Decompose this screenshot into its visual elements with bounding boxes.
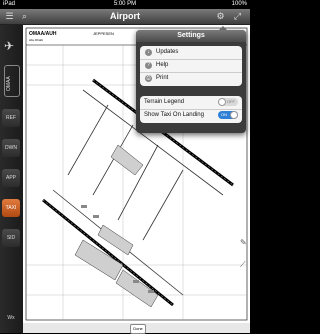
sidebar: ✈ OMAA REF DWN APP TAXI SID Wx [0,25,23,333]
annotation-icon[interactable]: ⟋ [240,260,247,269]
airplane-icon[interactable]: ✈ [4,39,14,53]
tab-taxi-label: TAXI [5,205,17,211]
tab-app[interactable]: APP [2,169,20,187]
battery-label: 100% [231,1,247,7]
show-taxi-row: Show Taxi On Landing ON [140,109,242,122]
chart-publisher: JEPPESEN [93,31,114,36]
clock: 5:00 PM [113,1,137,7]
done-label: Done [133,326,143,331]
settings-title: Settings [136,30,246,42]
tab-sid[interactable]: SID [2,229,20,247]
tab-dwn-label: DWN [5,145,17,151]
tab-dwn[interactable]: DWN [2,139,20,157]
show-taxi-toggle[interactable]: ON [218,111,238,119]
tab-ref[interactable]: REF [2,109,20,127]
toggle-knob [230,111,238,119]
airport-tab[interactable]: OMAA [4,65,20,97]
weather-label: Wx [7,315,15,321]
page-title: Airport [110,11,140,21]
chart-airport-code: OMAA/AUH [29,31,57,37]
print-label: Print [156,75,169,81]
help-label: Help [156,62,169,68]
expand-icon[interactable]: ⤢ [232,11,243,22]
tab-app-label: APP [5,175,16,181]
updates-item[interactable]: ↓ Updates [140,46,242,60]
pencil-icon[interactable]: ✎ [240,238,247,247]
download-icon: ↓ [145,49,152,56]
airport-tab-label: OMAA [6,76,12,91]
print-item[interactable]: ⎙ Print [140,72,242,85]
terrain-legend-toggle[interactable]: OFF [218,98,238,106]
weather-button[interactable]: Wx [2,309,20,327]
bottom-bar: Done [23,323,250,334]
tab-taxi[interactable]: TAXI [2,199,20,217]
terrain-legend-state: OFF [227,99,235,104]
settings-menu: ↓ Updates ? Help ⎙ Print [140,46,242,86]
terrain-legend-label: Terrain Legend [144,99,185,105]
tab-sid-label: SID [6,235,16,241]
help-item[interactable]: ? Help [140,59,242,73]
help-icon: ? [145,62,152,69]
toggle-knob [218,98,226,106]
status-bar: iPad 5:00 PM 100% [0,0,250,9]
chart-city: Abu Dhabi [29,38,43,42]
settings-popover: Settings ↓ Updates ? Help ⎙ Print Terrai… [136,26,246,133]
show-taxi-label: Show Taxi On Landing [144,112,204,118]
updates-label: Updates [156,49,179,55]
print-icon: ⎙ [145,75,152,82]
nav-bar: ☰ ⌕ Airport ⚙ ⤢ [0,9,250,25]
gear-icon[interactable]: ⚙ [215,11,226,22]
tab-ref-label: REF [6,115,16,121]
settings-toggles: Terrain Legend OFF Show Taxi On Landing … [140,96,242,123]
terrain-legend-row: Terrain Legend OFF [140,96,242,110]
show-taxi-state: ON [221,112,227,117]
